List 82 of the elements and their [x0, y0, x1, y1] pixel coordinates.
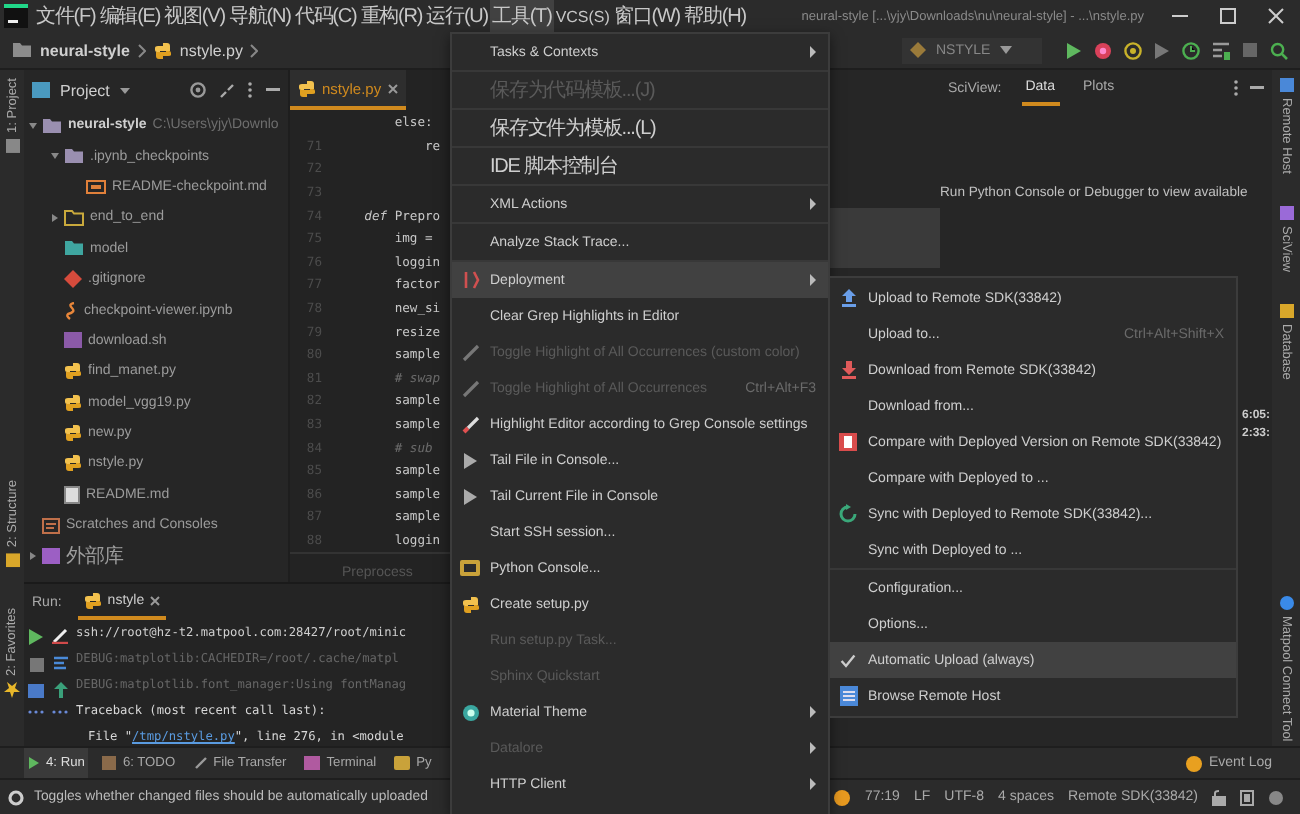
- tree-item[interactable]: 外部库: [24, 540, 288, 572]
- compare-icon: [838, 432, 858, 452]
- menu-bar-item[interactable]: 帮助(H): [682, 0, 748, 32]
- menu-bar-item[interactable]: 编辑(E): [97, 0, 163, 32]
- coverage-icon[interactable]: [1124, 41, 1142, 59]
- menu-bar-item[interactable]: 导航(N): [226, 0, 293, 32]
- gear-icon: [8, 789, 24, 805]
- remote-host-icon: [1279, 78, 1293, 92]
- library-icon: [42, 548, 60, 565]
- menu-item[interactable]: 保存文件为模板...(L): [452, 110, 828, 146]
- menu-bar-item[interactable]: 窗口(W): [611, 0, 683, 32]
- up-arrow-icon[interactable]: [53, 682, 67, 698]
- console-icon: [460, 560, 480, 576]
- database-icon: [1279, 303, 1293, 318]
- menu-bar-item[interactable]: 运行(U): [424, 0, 491, 32]
- close-icon[interactable]: [1268, 8, 1284, 24]
- maximize-icon[interactable]: [1220, 8, 1236, 24]
- stop-icon[interactable]: [1242, 42, 1258, 58]
- run-icon: [28, 756, 40, 770]
- todo-icon: [102, 756, 117, 770]
- profile-icon[interactable]: [1154, 41, 1170, 59]
- expand-arrow-icon[interactable]: [51, 153, 59, 160]
- folder-icon: [12, 42, 32, 58]
- notification-icon[interactable]: [1268, 789, 1284, 805]
- breadcrumb-item[interactable]: nstyle.py: [179, 41, 243, 59]
- minimize-icon[interactable]: [1250, 86, 1264, 90]
- filter-icon[interactable]: [53, 656, 67, 670]
- menu-bar-item[interactable]: 工具(T): [490, 0, 554, 32]
- script-file-icon: [64, 332, 82, 349]
- document-icon: [64, 485, 80, 504]
- project-icon: [32, 82, 50, 98]
- menu-item[interactable]: IDE 脚本控制台: [452, 148, 828, 184]
- debug-icon[interactable]: [1094, 41, 1112, 59]
- edit-icon[interactable]: [52, 628, 68, 644]
- star-icon: [4, 682, 20, 698]
- chevron-icon: [250, 43, 259, 57]
- sciview-icon: [1279, 205, 1293, 220]
- run-icon[interactable]: [1066, 41, 1082, 59]
- lock-icon[interactable]: [1212, 789, 1226, 805]
- expand-arrow-icon[interactable]: [29, 122, 37, 129]
- expand-arrow-icon[interactable]: [30, 552, 36, 561]
- chevron-icon: [137, 43, 146, 57]
- collapse-icon[interactable]: [220, 83, 234, 97]
- connect-icon: [1279, 596, 1293, 611]
- caret-icon: [1000, 46, 1013, 54]
- terminal-icon: [304, 756, 321, 770]
- status-dot-icon[interactable]: [834, 789, 851, 805]
- stop-icon[interactable]: [29, 658, 43, 672]
- theme-icon: [461, 703, 479, 721]
- rerun-icon[interactable]: [28, 628, 44, 646]
- structure-icon: [5, 554, 19, 569]
- close-icon[interactable]: [387, 83, 398, 93]
- locate-icon[interactable]: [190, 82, 206, 98]
- deployment-icon: [461, 270, 479, 290]
- menu-bar-item[interactable]: VCS(S): [553, 0, 612, 32]
- event-log-icon: [1186, 755, 1203, 771]
- download-icon: [839, 360, 857, 380]
- expand-arrow-icon[interactable]: [52, 213, 58, 222]
- markdown-file-icon: [86, 179, 106, 194]
- sync-icon: [838, 504, 858, 524]
- notebook-file-icon: [64, 301, 78, 320]
- build-icon[interactable]: [1212, 41, 1230, 59]
- caret-icon[interactable]: [119, 87, 130, 93]
- folder-icon: [5, 138, 19, 153]
- list-icon: [839, 686, 857, 706]
- menu-bar-item[interactable]: 代码(C): [292, 0, 359, 32]
- menu-bar-item[interactable]: 重构(R): [358, 0, 425, 32]
- menu-bar-item[interactable]: 视图(V): [162, 0, 227, 32]
- scratch-icon: [42, 517, 60, 534]
- menu-bar-item[interactable]: 文件(F): [34, 0, 98, 32]
- app-logo-icon: [4, 4, 28, 28]
- panel-title[interactable]: Project: [60, 81, 110, 99]
- memory-icon[interactable]: [1240, 789, 1254, 805]
- timer-icon[interactable]: [1182, 41, 1200, 59]
- git-file-icon: [64, 270, 82, 289]
- brush-icon: [461, 415, 479, 433]
- minimize-icon[interactable]: [266, 88, 280, 92]
- console-icon: [394, 756, 411, 770]
- breadcrumb-item[interactable]: neural-style: [40, 41, 130, 59]
- search-icon[interactable]: [1270, 41, 1288, 59]
- close-icon[interactable]: [150, 595, 161, 605]
- upload-icon: [839, 288, 857, 308]
